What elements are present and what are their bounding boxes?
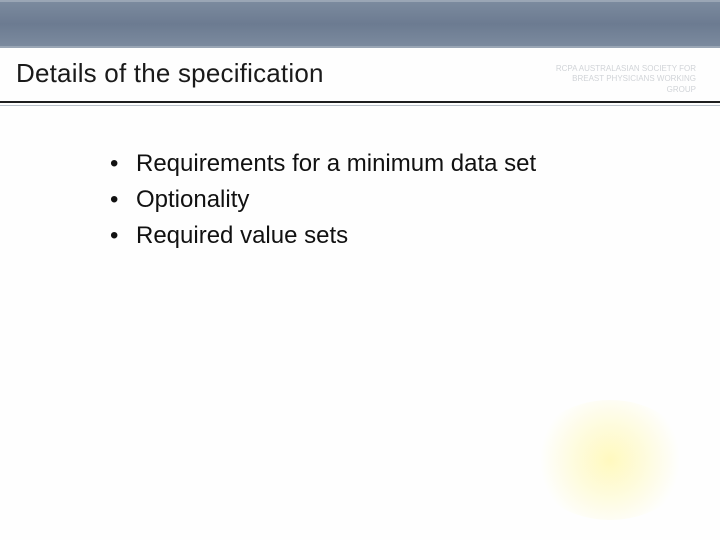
title-area: Details of the specification RCPA AUSTRA… xyxy=(0,48,720,101)
slide-title: Details of the specification xyxy=(16,58,324,89)
org-line: GROUP xyxy=(556,85,696,95)
list-item: Required value sets xyxy=(110,218,720,254)
org-line: RCPA AUSTRALASIAN SOCIETY FOR xyxy=(556,64,696,74)
header-organization: RCPA AUSTRALASIAN SOCIETY FOR BREAST PHY… xyxy=(556,58,704,95)
decorative-glow xyxy=(530,400,690,520)
list-item: Requirements for a minimum data set xyxy=(110,146,720,182)
content-area: Requirements for a minimum data set Opti… xyxy=(0,106,720,254)
list-item: Optionality xyxy=(110,182,720,218)
title-underline-dark xyxy=(0,101,720,103)
top-color-band xyxy=(0,0,720,48)
bullet-list: Requirements for a minimum data set Opti… xyxy=(110,146,720,254)
org-line: BREAST PHYSICIANS WORKING xyxy=(556,74,696,84)
